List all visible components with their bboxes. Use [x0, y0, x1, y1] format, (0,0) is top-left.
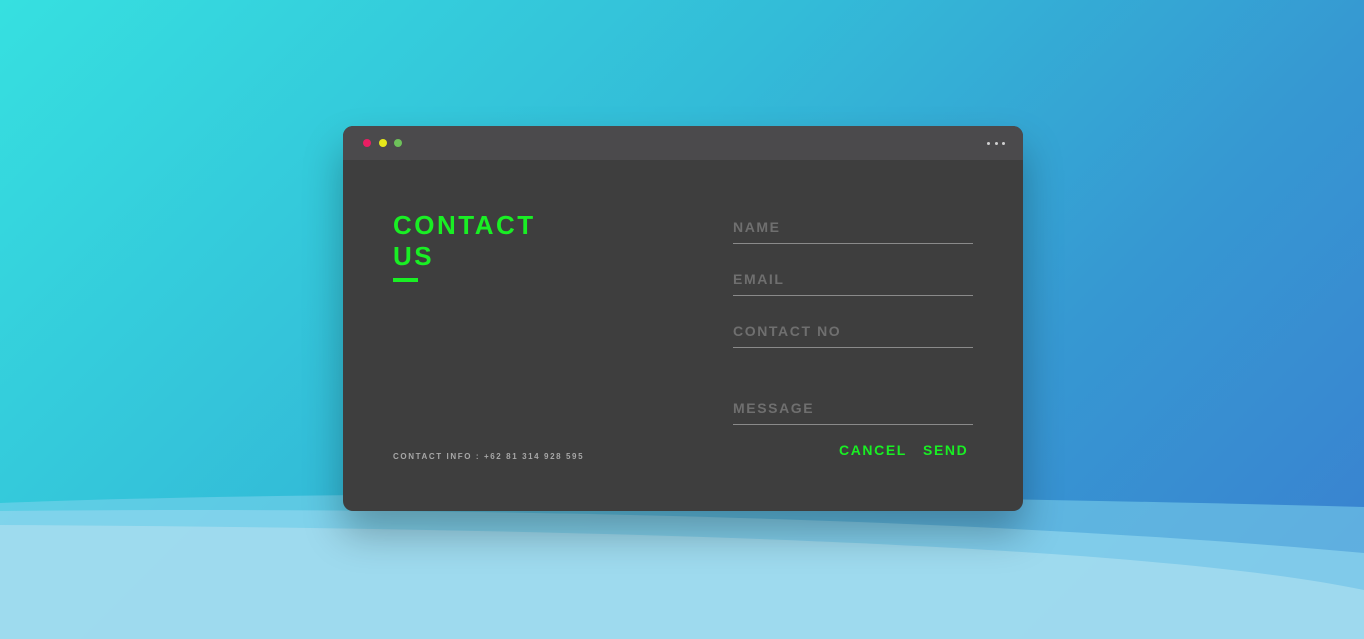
minimize-dot-icon[interactable]	[379, 139, 387, 147]
name-input[interactable]	[733, 213, 973, 241]
title-underline	[393, 278, 418, 282]
send-button[interactable]: SEND	[923, 442, 968, 458]
maximize-dot-icon[interactable]	[394, 139, 402, 147]
page-title-line-1: CONTACT	[393, 210, 536, 240]
more-horizontal-icon[interactable]	[987, 137, 1005, 149]
message-input[interactable]	[733, 394, 973, 422]
window-titlebar	[343, 126, 1023, 160]
contact-no-input[interactable]	[733, 317, 973, 345]
cancel-button[interactable]: CANCEL	[839, 442, 907, 458]
email-field	[733, 265, 973, 296]
page-title-line-2: US	[393, 241, 435, 271]
message-field	[733, 394, 973, 425]
contact-no-field	[733, 317, 973, 348]
page-title: CONTACT US	[393, 210, 536, 272]
contact-window: CONTACT US CONTACT INFO : +62 81 314 928…	[343, 126, 1023, 511]
contact-info-text: CONTACT INFO : +62 81 314 928 595	[393, 452, 585, 461]
close-dot-icon[interactable]	[363, 139, 371, 147]
name-field	[733, 213, 973, 244]
email-input[interactable]	[733, 265, 973, 293]
